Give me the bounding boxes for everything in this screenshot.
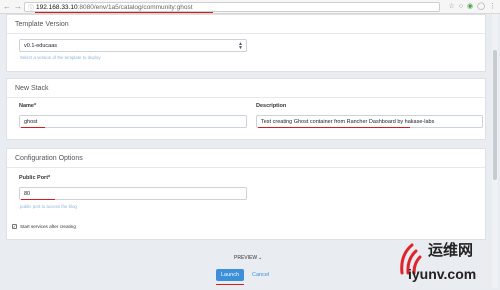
template-version-title: Template Version — [7, 15, 485, 34]
extension-icon[interactable]: ◉ — [467, 2, 473, 12]
annotation-underline-url — [35, 12, 213, 14]
public-port-label: Public Port* — [19, 175, 51, 181]
chevron-down-icon: ⌄ — [258, 255, 263, 261]
forward-icon[interactable]: → — [14, 2, 22, 11]
watermark-brand-cn: 运维网 — [428, 241, 473, 259]
watermark-site: iyunv.com — [408, 266, 476, 282]
name-label: Name* — [19, 103, 37, 109]
configuration-options-title: Configuration Options — [7, 149, 485, 168]
cancel-button[interactable]: Cancel — [252, 269, 269, 281]
watermark: 运维网 iyunv.com — [396, 233, 496, 285]
browser-toolbar: ← → ↻ ⓘ 192.168.33.10:8080/env/1a5/catal… — [0, 0, 500, 14]
scrollbar-thumb[interactable] — [493, 50, 497, 180]
template-version-value: v0.1-educaas — [24, 42, 58, 49]
page-info-icon: ⓘ — [28, 5, 35, 12]
annotation-underline-description — [258, 127, 410, 129]
name-input[interactable]: ghost — [19, 115, 247, 128]
address-bar[interactable]: ⓘ 192.168.33.10:8080/env/1a5/catalog/com… — [24, 2, 440, 14]
preview-toggle[interactable]: PREVIEW ⌄ — [234, 255, 262, 261]
description-value: Test creating Ghost container from Ranch… — [261, 118, 435, 125]
launch-button[interactable]: Launch — [216, 269, 244, 281]
menu-icon[interactable]: ⋮ — [489, 2, 496, 12]
back-icon[interactable]: ← — [3, 2, 11, 11]
new-stack-title: New Stack — [7, 79, 485, 98]
url-host: 192.168.33.10 — [36, 3, 78, 11]
select-arrows-icon: ▲ ▼ — [238, 41, 243, 51]
configuration-options-card: Configuration Options Public Port* 80 pu… — [6, 148, 486, 240]
url-path: :8080/env/1a5/catalog/community:ghost — [77, 3, 193, 11]
annotation-underline-launch — [216, 284, 244, 286]
template-version-card: Template Version v0.1-educaas ▲ ▼ Select … — [6, 14, 486, 72]
circle-icon[interactable]: ○ — [459, 2, 463, 12]
new-stack-card: New Stack Name* ghost Description Test c… — [6, 78, 486, 140]
profile-icon[interactable]: ◯ — [477, 2, 485, 12]
start-services-label: Start services after creating — [20, 224, 76, 229]
template-version-select[interactable]: v0.1-educaas ▲ ▼ — [19, 39, 247, 52]
public-port-help: public port to access the blog — [20, 204, 77, 209]
template-version-help: Select a version of the template to depl… — [20, 55, 101, 60]
start-services-checkbox[interactable]: ✓ — [12, 224, 17, 229]
bookmark-star-icon[interactable]: ☆ — [449, 2, 455, 12]
preview-label: PREVIEW — [234, 255, 258, 261]
annotation-underline-name — [21, 127, 45, 129]
public-port-value: 80 — [24, 190, 31, 197]
watermark-logo-icon: 运维网 iyunv.com — [400, 241, 476, 282]
start-services-row[interactable]: ✓ Start services after creating — [12, 224, 76, 229]
annotation-underline-port — [21, 199, 55, 201]
name-value: ghost — [24, 118, 38, 125]
description-label: Description — [256, 103, 287, 109]
